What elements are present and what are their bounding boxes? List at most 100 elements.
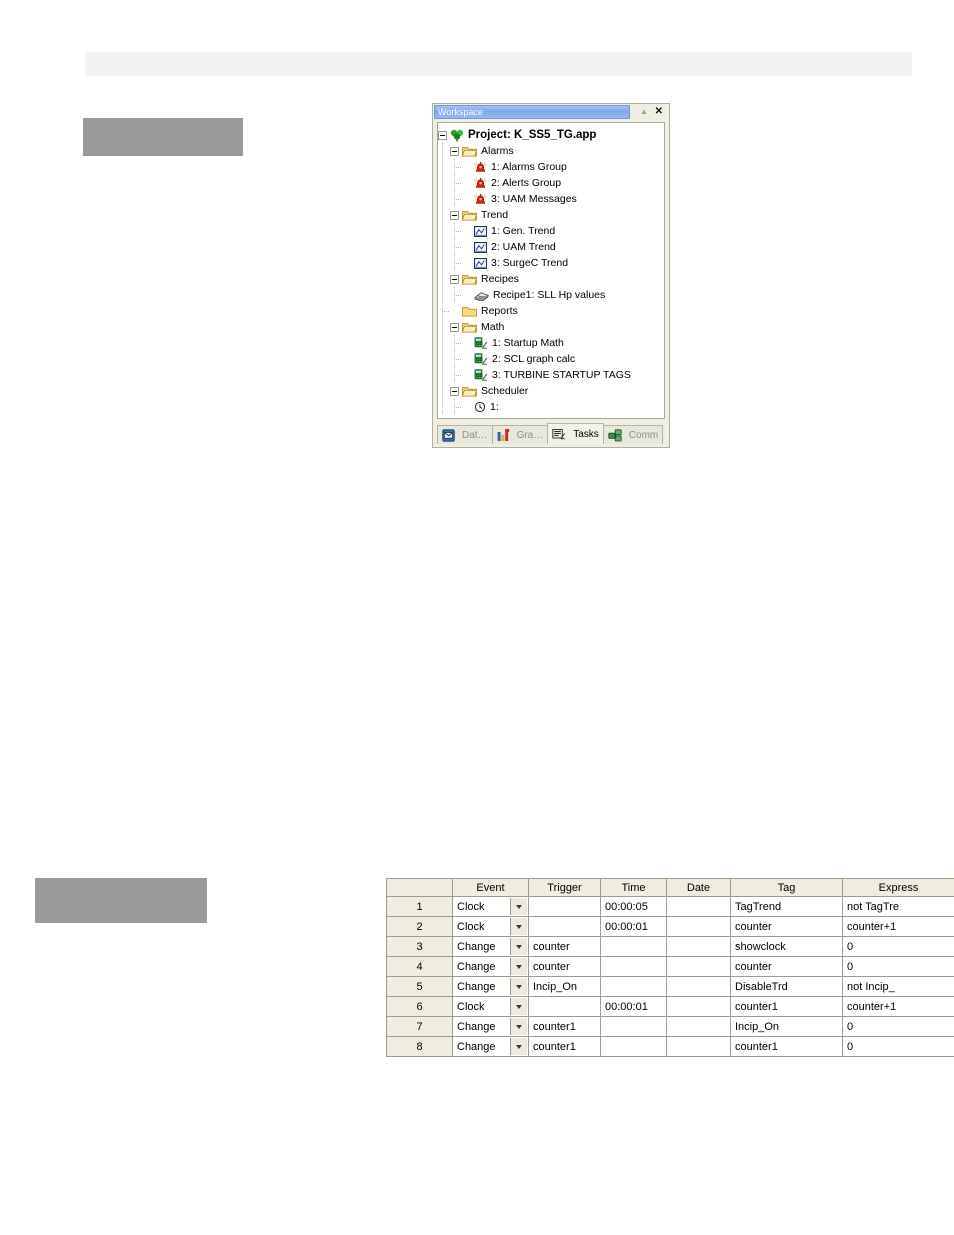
cell-event[interactable]: Change bbox=[452, 1016, 529, 1037]
cell-date[interactable] bbox=[666, 956, 731, 977]
cell-date[interactable] bbox=[666, 1036, 731, 1057]
tree-item-1-startup-math[interactable]: 1: Startup Math bbox=[438, 335, 664, 351]
tree-expander-collapse-icon[interactable] bbox=[450, 146, 459, 156]
table-row[interactable]: 2 Clock 00:00:01 counter counter+1 bbox=[386, 916, 954, 937]
scheduler-task-table[interactable]: Event Trigger Time Date Tag Express 1 Clo… bbox=[386, 878, 954, 1057]
cell-tag[interactable]: TagTrend bbox=[730, 896, 843, 917]
tree-item-1[interactable]: 1: bbox=[438, 399, 664, 415]
column-header-expression[interactable]: Express bbox=[842, 878, 954, 897]
workspace-tab-comm[interactable]: Comm bbox=[602, 425, 664, 444]
tree-expander-collapse-icon[interactable] bbox=[450, 274, 459, 284]
cell-trigger[interactable]: counter1 bbox=[528, 1016, 601, 1037]
tree-item-1-alarms-group[interactable]: 1: Alarms Group bbox=[438, 159, 664, 175]
cell-expression[interactable]: counter+1 bbox=[842, 996, 954, 1017]
tree-item-trend[interactable]: Trend bbox=[438, 207, 664, 223]
cell-time[interactable] bbox=[600, 1036, 667, 1057]
tree-item-1-gen-trend[interactable]: 1: Gen. Trend bbox=[438, 223, 664, 239]
column-header-time[interactable]: Time bbox=[600, 878, 667, 897]
column-header-trigger[interactable]: Trigger bbox=[528, 878, 601, 897]
tree-item-3-uam-messages[interactable]: 3: UAM Messages bbox=[438, 191, 664, 207]
tree-item-3-turbine-startup-tags[interactable]: 3: TURBINE STARTUP TAGS bbox=[438, 367, 664, 383]
tree-expander-collapse-icon[interactable] bbox=[450, 210, 459, 220]
pin-icon[interactable]: ▲ bbox=[640, 105, 648, 119]
cell-date[interactable] bbox=[666, 996, 731, 1017]
cell-event[interactable]: Change bbox=[452, 976, 529, 997]
cell-date[interactable] bbox=[666, 1016, 731, 1037]
table-row[interactable]: 1 Clock 00:00:05 TagTrend not TagTre bbox=[386, 896, 954, 917]
cell-tag[interactable]: counter bbox=[730, 916, 843, 937]
cell-expression[interactable]: not TagTre bbox=[842, 896, 954, 917]
cell-event[interactable]: Clock bbox=[452, 996, 529, 1017]
cell-trigger[interactable] bbox=[528, 896, 601, 917]
cell-expression[interactable]: counter+1 bbox=[842, 916, 954, 937]
cell-tag[interactable]: counter1 bbox=[730, 996, 843, 1017]
cell-trigger[interactable] bbox=[528, 996, 601, 1017]
cell-time[interactable] bbox=[600, 1016, 667, 1037]
tree-item-recipes[interactable]: Recipes bbox=[438, 271, 664, 287]
chevron-down-icon[interactable] bbox=[510, 1038, 527, 1055]
close-icon[interactable]: ✕ bbox=[655, 105, 663, 119]
workspace-tab-gra[interactable]: Gra… bbox=[491, 425, 549, 444]
cell-trigger[interactable]: counter bbox=[528, 936, 601, 957]
cell-trigger[interactable]: counter1 bbox=[528, 1036, 601, 1057]
cell-expression[interactable]: 0 bbox=[842, 1036, 954, 1057]
workspace-tab-tasks[interactable]: Tasks bbox=[547, 423, 604, 444]
cell-event[interactable]: Change bbox=[452, 1036, 529, 1057]
table-row[interactable]: 4 Change counter counter 0 bbox=[386, 956, 954, 977]
tree-item-2-scl-graph-calc[interactable]: 2: SCL graph calc bbox=[438, 351, 664, 367]
cell-event[interactable]: Clock bbox=[452, 916, 529, 937]
chevron-down-icon[interactable] bbox=[510, 1018, 527, 1035]
column-header-tag[interactable]: Tag bbox=[730, 878, 843, 897]
tree-item-reports[interactable]: Reports bbox=[438, 303, 664, 319]
workspace-tree[interactable]: Project: K_SS5_TG.app Alarms 1: Alarms Gro… bbox=[437, 122, 665, 419]
chevron-down-icon[interactable] bbox=[510, 898, 527, 915]
cell-time[interactable] bbox=[600, 976, 667, 997]
table-row[interactable]: 6 Clock 00:00:01 counter1 counter+1 bbox=[386, 996, 954, 1017]
chevron-down-icon[interactable] bbox=[510, 938, 527, 955]
cell-time[interactable] bbox=[600, 956, 667, 977]
tree-expander-collapse-icon[interactable] bbox=[438, 130, 447, 140]
cell-expression[interactable]: 0 bbox=[842, 956, 954, 977]
cell-date[interactable] bbox=[666, 936, 731, 957]
table-row[interactable]: 8 Change counter1 counter1 0 bbox=[386, 1036, 954, 1057]
cell-date[interactable] bbox=[666, 896, 731, 917]
table-row[interactable]: 3 Change counter showclock 0 bbox=[386, 936, 954, 957]
cell-trigger[interactable] bbox=[528, 916, 601, 937]
column-header-date[interactable]: Date bbox=[666, 878, 731, 897]
cell-time[interactable]: 00:00:05 bbox=[600, 896, 667, 917]
cell-time[interactable]: 00:00:01 bbox=[600, 916, 667, 937]
tree-item-math[interactable]: Math bbox=[438, 319, 664, 335]
tree-item-3-surgec-trend[interactable]: 3: SurgeC Trend bbox=[438, 255, 664, 271]
cell-expression[interactable]: 0 bbox=[842, 1016, 954, 1037]
cell-event[interactable]: Clock bbox=[452, 896, 529, 917]
chevron-down-icon[interactable] bbox=[510, 978, 527, 995]
cell-expression[interactable]: 0 bbox=[842, 936, 954, 957]
cell-event[interactable]: Change bbox=[452, 956, 529, 977]
cell-time[interactable]: 00:00:01 bbox=[600, 996, 667, 1017]
cell-tag[interactable]: counter bbox=[730, 956, 843, 977]
cell-expression[interactable]: not Incip_ bbox=[842, 976, 954, 997]
cell-time[interactable] bbox=[600, 936, 667, 957]
cell-tag[interactable]: counter1 bbox=[730, 1036, 843, 1057]
tree-item-2-uam-trend[interactable]: 2: UAM Trend bbox=[438, 239, 664, 255]
tree-item-2-alerts-group[interactable]: 2: Alerts Group bbox=[438, 175, 664, 191]
cell-trigger[interactable]: Incip_On bbox=[528, 976, 601, 997]
table-row[interactable]: 7 Change counter1 Incip_On 0 bbox=[386, 1016, 954, 1037]
table-row[interactable]: 5 Change Incip_On DisableTrd not Incip_ bbox=[386, 976, 954, 997]
tree-expander-collapse-icon[interactable] bbox=[450, 386, 459, 396]
cell-date[interactable] bbox=[666, 916, 731, 937]
chevron-down-icon[interactable] bbox=[510, 918, 527, 935]
workspace-tab-dat[interactable]: Dat… bbox=[437, 425, 493, 444]
tree-item-scheduler[interactable]: Scheduler bbox=[438, 383, 664, 399]
chevron-down-icon[interactable] bbox=[510, 998, 527, 1015]
tree-expander-collapse-icon[interactable] bbox=[450, 322, 459, 332]
cell-event[interactable]: Change bbox=[452, 936, 529, 957]
cell-trigger[interactable]: counter bbox=[528, 956, 601, 977]
tree-item-recipe1-sll-hp-values[interactable]: Recipe1: SLL Hp values bbox=[438, 287, 664, 303]
column-header-rownum[interactable] bbox=[386, 878, 453, 897]
cell-tag[interactable]: showclock bbox=[730, 936, 843, 957]
cell-tag[interactable]: Incip_On bbox=[730, 1016, 843, 1037]
cell-tag[interactable]: DisableTrd bbox=[730, 976, 843, 997]
column-header-event[interactable]: Event bbox=[452, 878, 529, 897]
chevron-down-icon[interactable] bbox=[510, 958, 527, 975]
